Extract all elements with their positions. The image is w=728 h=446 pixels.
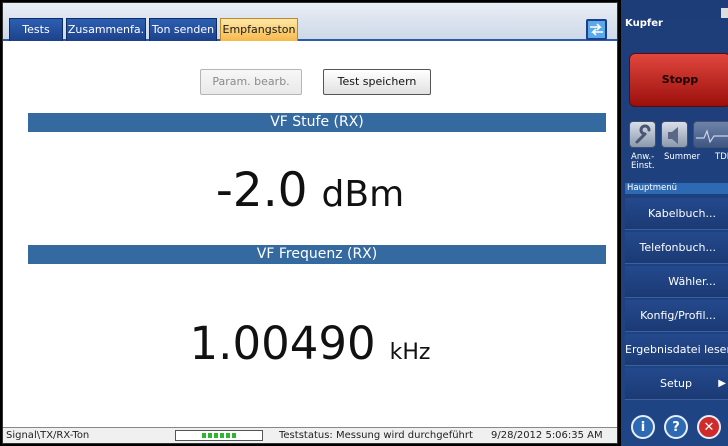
wrench-icon[interactable] xyxy=(629,121,656,148)
side-title: Kupfer xyxy=(625,18,663,29)
triangle-right-icon: ▶ xyxy=(718,378,726,389)
level-value: -2.0 xyxy=(215,163,308,218)
menu-item-read-results[interactable]: Ergebnisdatei lesen xyxy=(625,334,728,366)
tdr-wave-glyph xyxy=(696,129,728,144)
tab-summary[interactable]: Zusammenfa. xyxy=(66,18,146,41)
level-section-title: VF Stufe (RX) xyxy=(28,113,606,132)
app-settings-label: Anw.- Einst. xyxy=(631,152,655,171)
info-icon[interactable]: i xyxy=(631,415,655,439)
menu-item-cable-book[interactable]: Kabelbuch... xyxy=(625,198,728,230)
frequency-value: 1.00490 xyxy=(189,317,376,370)
status-timestamp: 9/28/2012 5:06:35 AM xyxy=(491,430,603,441)
tdr-wave-icon[interactable] xyxy=(693,121,728,148)
status-text: Teststatus: Messung wird durchgeführt xyxy=(279,430,473,441)
help-icon[interactable]: ? xyxy=(664,415,688,439)
save-test-button[interactable]: Test speichern xyxy=(323,69,431,95)
frequency-section-title: VF Frequenz (RX) xyxy=(28,245,606,264)
tab-tests[interactable]: Tests xyxy=(9,18,63,41)
frequency-unit: kHz xyxy=(389,340,431,365)
close-icon[interactable]: ✕ xyxy=(697,415,721,439)
level-readout: -2.0 dBm xyxy=(3,163,617,218)
summer-label: Summer xyxy=(664,152,701,162)
tab-send-tone[interactable]: Ton senden xyxy=(149,18,217,41)
wrench-icon-glyph xyxy=(635,124,651,144)
menu-header: Hauptmenü xyxy=(625,183,728,194)
speaker-icon-glyph xyxy=(668,127,678,144)
menu-item-dialer[interactable]: Wähler... xyxy=(625,266,728,298)
menu-item-setup-label: Setup xyxy=(659,377,692,390)
tdr-label: TDR xyxy=(715,152,728,162)
status-path: Signal\TX/RX-Ton xyxy=(6,430,90,441)
swap-icon xyxy=(590,23,603,36)
menu-item-phone-book[interactable]: Telefonbuch... xyxy=(625,232,728,264)
swap-button[interactable] xyxy=(586,19,607,40)
window-icon[interactable] xyxy=(721,8,728,18)
frequency-readout: 1.00490 kHz xyxy=(3,317,617,370)
level-unit: dBm xyxy=(321,174,405,215)
status-bar: Signal\TX/RX-Ton Teststatus: Messung wir… xyxy=(3,427,617,443)
tab-receive-tone[interactable]: Empfangston xyxy=(220,18,298,41)
side-panel: Kupfer Stopp Anw.- Einst. Summer TDR Hau… xyxy=(621,0,728,446)
main-panel: Tests Zusammenfa. Ton senden Empfangston… xyxy=(2,2,618,444)
menu-item-config-profile[interactable]: Konfig/Profil... xyxy=(625,300,728,332)
edit-params-button[interactable]: Param. bearb. xyxy=(200,69,302,95)
progress-indicator xyxy=(175,430,263,441)
stop-button[interactable]: Stopp xyxy=(629,53,728,107)
speaker-icon[interactable] xyxy=(661,121,688,148)
progress-fill xyxy=(202,433,236,438)
menu-item-setup[interactable]: Setup ▶ xyxy=(625,368,728,400)
tab-bar: Tests Zusammenfa. Ton senden Empfangston xyxy=(3,3,617,41)
